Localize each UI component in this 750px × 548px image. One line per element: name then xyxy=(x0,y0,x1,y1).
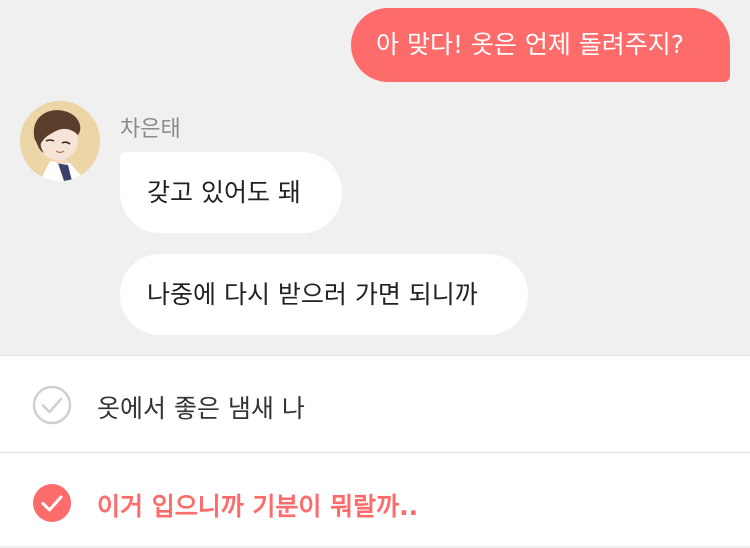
sender-avatar xyxy=(20,101,100,181)
outgoing-message-text: 아 맞다! 옷은 언제 돌려주지? xyxy=(376,30,685,59)
checked-circle-icon xyxy=(33,484,71,522)
reply-option-label: 옷에서 좋은 냄새 나 xyxy=(97,394,305,423)
sender-name: 차은태 xyxy=(120,117,181,142)
incoming-message-text: 갖고 있어도 돼 xyxy=(147,178,301,207)
incoming-message-bubble: 나중에 다시 받으러 가면 되니까 xyxy=(120,254,528,335)
avatar-portrait-icon xyxy=(20,101,100,181)
reply-option-label: 이거 입으니까 기분이 뭐랄까.. xyxy=(97,492,419,521)
reply-option[interactable]: 옷에서 좋은 냄새 나 xyxy=(0,356,750,452)
incoming-message-text: 나중에 다시 받으러 가면 되니까 xyxy=(147,280,478,309)
unchecked-circle-icon xyxy=(32,385,72,425)
reply-options-panel: 옷에서 좋은 냄새 나 이거 입으니까 기분이 뭐랄까.. xyxy=(0,355,750,546)
chat-area: 아 맞다! 옷은 언제 돌려주지? 차은태 갖고 있어도 돼 나중에 다시 받으… xyxy=(0,0,750,355)
outgoing-message-bubble: 아 맞다! 옷은 언제 돌려주지? xyxy=(351,8,730,82)
incoming-message-bubble: 갖고 있어도 돼 xyxy=(120,152,342,233)
reply-option-selected[interactable]: 이거 입으니까 기분이 뭐랄까.. xyxy=(0,452,750,548)
